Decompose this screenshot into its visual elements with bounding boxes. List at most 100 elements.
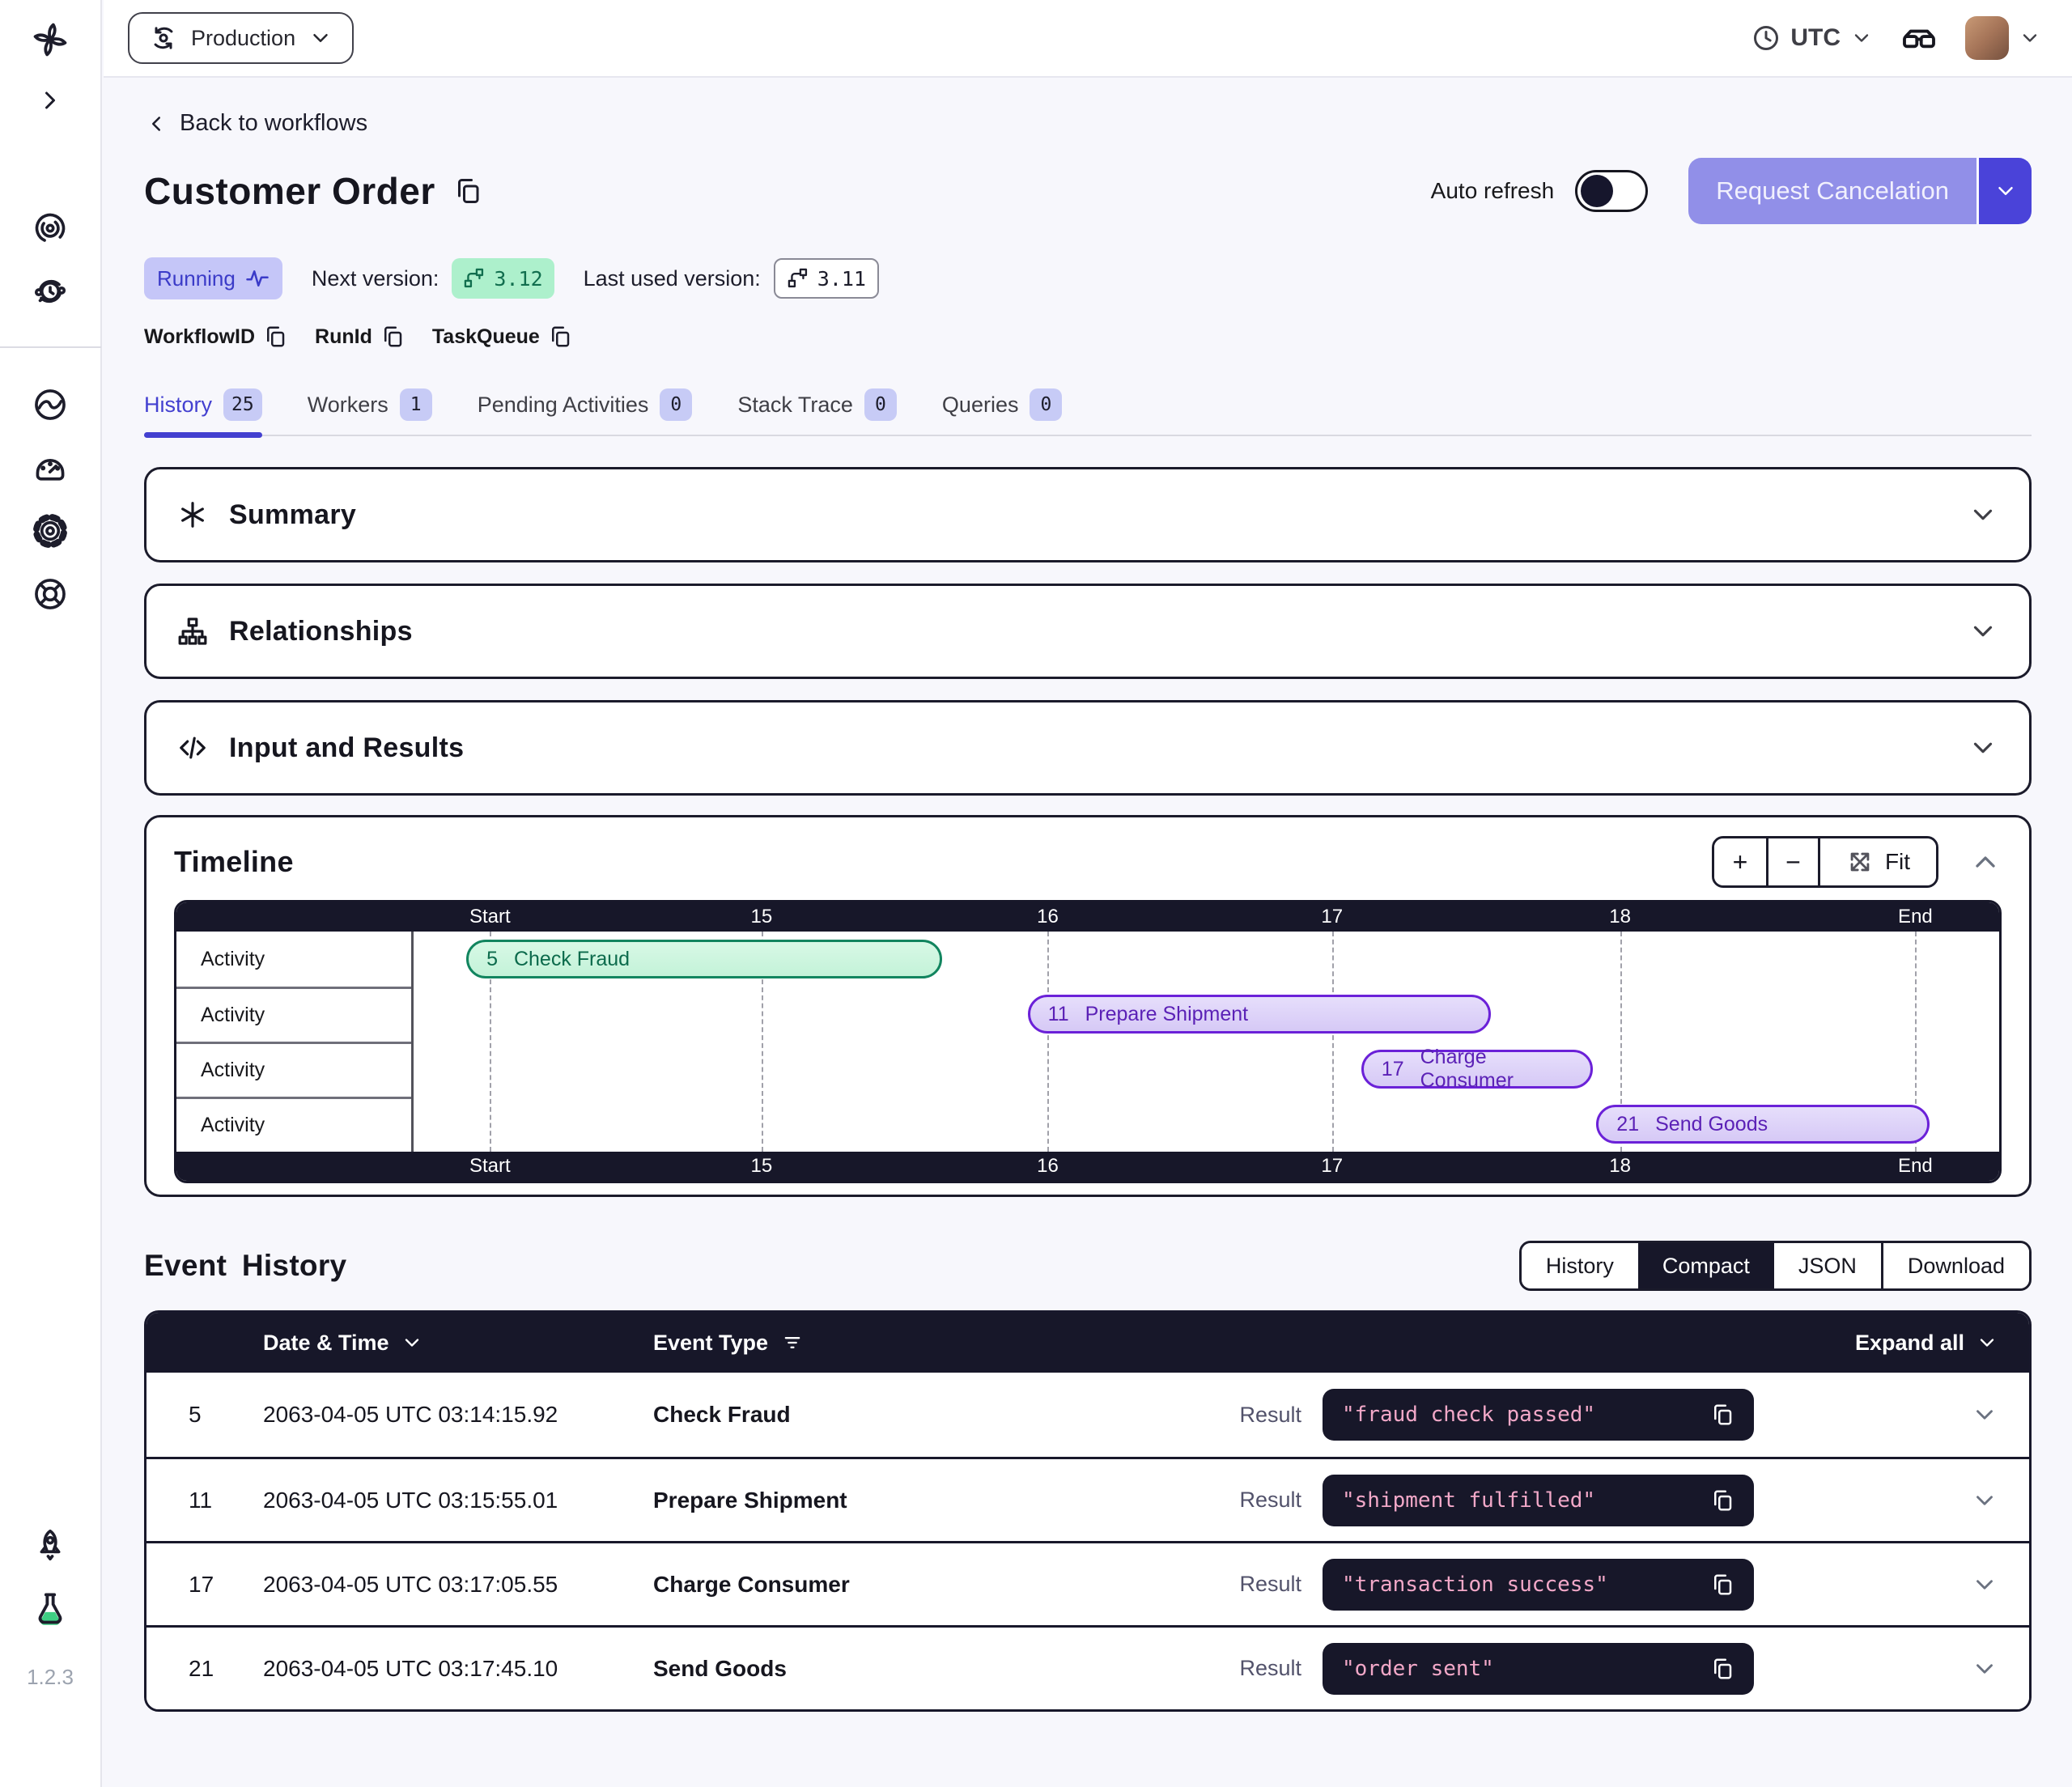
status-badge: Running [144,257,282,299]
fit-button[interactable]: Fit [1818,838,1936,885]
view-compact-button[interactable]: Compact [1638,1243,1774,1288]
timeline-bar-prepare-shipment[interactable]: 11 Prepare Shipment [1028,995,1491,1034]
avatar[interactable] [1965,16,2009,60]
event-row[interactable]: 11 2063-04-05 UTC 03:15:55.01 Prepare Sh… [146,1457,2029,1541]
tab-pending-activities[interactable]: Pending Activities 0 [478,386,693,435]
copy-icon[interactable] [453,176,482,206]
row-expand-chevron[interactable] [1754,1487,2029,1514]
chevron-down-icon[interactable] [2019,27,2041,49]
row-expand-chevron[interactable] [1754,1655,2029,1683]
activity-row-label: Activity [176,1042,411,1097]
schedules-clock-icon[interactable] [32,274,68,309]
timeline-scale-top: Start 15 16 17 18 End [176,902,1999,932]
copy-icon[interactable] [1710,1488,1734,1513]
tab-history[interactable]: History 25 [144,386,262,435]
copy-icon[interactable] [548,325,572,349]
collapse-chevron-up-icon[interactable] [1969,846,2002,878]
support-lifebuoy-icon[interactable] [32,576,68,612]
rocket-icon[interactable] [32,1527,68,1563]
row-expand-chevron[interactable] [1754,1571,2029,1598]
event-row[interactable]: 17 2063-04-05 UTC 03:17:05.55 Charge Con… [146,1541,2029,1625]
event-type: Check Fraud [653,1402,1239,1428]
event-row[interactable]: 5 2063-04-05 UTC 03:14:15.92 Check Fraud… [146,1373,2029,1457]
download-button[interactable]: Download [1881,1243,2029,1288]
zoom-in-button[interactable]: + [1714,838,1766,885]
copy-icon[interactable] [1710,1573,1734,1597]
zoom-out-button[interactable]: − [1766,838,1818,885]
timeline-scale-bottom: Start 15 16 17 18 End [176,1152,1999,1181]
result-chip[interactable]: "shipment fulfilled" [1323,1475,1754,1526]
event-history-title: Event History [144,1249,346,1283]
tab-count-badge: 1 [400,388,432,421]
timeline-bar-check-fraud[interactable]: 5 Check Fraud [466,940,942,978]
result-chip[interactable]: "transaction success" [1323,1559,1754,1611]
scale-tick: Start [469,1152,511,1181]
row-expand-chevron[interactable] [1754,1401,2029,1428]
chevron-down-icon[interactable] [1968,616,1998,647]
activity-row-label: Activity [176,987,411,1042]
expand-all-button[interactable]: Expand all [1855,1331,2029,1356]
labs-glasses-icon[interactable] [1900,19,1938,57]
event-row[interactable]: 21 2063-04-05 UTC 03:17:45.10 Send Goods… [146,1625,2029,1709]
copy-icon[interactable] [380,325,405,349]
activity-row-label: Activity [176,1097,411,1152]
back-to-workflows-link[interactable]: Back to workflows [144,110,367,137]
scale-tick: End [1898,902,1933,932]
tab-count-badge: 0 [864,388,897,421]
copy-icon[interactable] [1710,1403,1734,1427]
workflows-spiral-icon[interactable] [32,210,68,246]
pulse-icon [245,266,270,291]
auto-refresh-toggle[interactable] [1575,170,1648,212]
activity-label-column: Activity Activity Activity Activity [176,932,414,1152]
topbar: Production UTC [104,0,2072,78]
usage-gauge-icon[interactable] [32,450,68,486]
settings-gear-icon[interactable] [32,513,68,549]
nexus-icon[interactable] [32,387,68,422]
scale-tick: 16 [1037,902,1059,932]
sidebar-expand-chevron-right-icon[interactable] [36,86,65,115]
asterisk-icon [177,499,208,530]
chevron-down-icon[interactable] [1968,499,1998,530]
column-event-type[interactable]: Event Type [653,1331,1855,1356]
view-history-button[interactable]: History [1522,1243,1638,1288]
task-queue-copy[interactable]: TaskQueue [432,325,572,349]
tab-queries[interactable]: Queries 0 [942,386,1063,435]
gridline [1047,932,1049,1152]
scale-tick: 15 [751,1152,773,1181]
tab-stack-trace[interactable]: Stack Trace 0 [737,386,897,435]
column-date-time[interactable]: Date & Time [263,1331,653,1356]
run-id-copy[interactable]: RunId [315,325,405,349]
input-and-results-section[interactable]: Input and Results [144,700,2032,796]
request-cancelation-label[interactable]: Request Cancelation [1688,158,1976,224]
labs-flask-icon[interactable] [32,1590,69,1628]
request-cancelation-button[interactable]: Request Cancelation [1688,158,2032,224]
result-label: Result [1239,1488,1301,1513]
cancelation-menu-chevron[interactable] [1976,158,2032,224]
copy-icon[interactable] [1710,1657,1734,1681]
copy-icon[interactable] [263,325,287,349]
namespace-selector[interactable]: Production [128,12,354,64]
sort-chevron-down-icon [401,1331,423,1354]
activity-row-label: Activity [176,932,411,987]
sidebar-divider [0,346,101,348]
result-value: "transaction success" [1342,1573,1608,1597]
summary-section[interactable]: Summary [144,467,2032,562]
result-chip[interactable]: "order sent" [1323,1643,1754,1695]
tab-workers[interactable]: Workers 1 [308,386,432,435]
clock-icon [1751,23,1781,53]
result-value: "order sent" [1342,1657,1494,1681]
chevron-down-icon[interactable] [1968,732,1998,763]
view-json-button[interactable]: JSON [1774,1243,1881,1288]
timeline-title: Timeline [174,845,294,879]
result-label: Result [1239,1656,1301,1681]
timeline-bar-charge-consumer[interactable]: 17 Charge Consumer [1361,1050,1593,1089]
relationships-section[interactable]: Relationships [144,584,2032,679]
timeline-bar-send-goods[interactable]: 21 Send Goods [1596,1105,1930,1144]
scale-tick: Start [469,902,511,932]
app-logo-pinwheel-icon[interactable] [32,21,69,58]
timezone-selector[interactable]: UTC [1751,23,1873,53]
hierarchy-icon [177,616,208,647]
tab-count-badge: 0 [1030,388,1062,421]
workflow-id-copy[interactable]: WorkflowID [144,325,287,349]
result-chip[interactable]: "fraud check passed" [1323,1389,1754,1441]
